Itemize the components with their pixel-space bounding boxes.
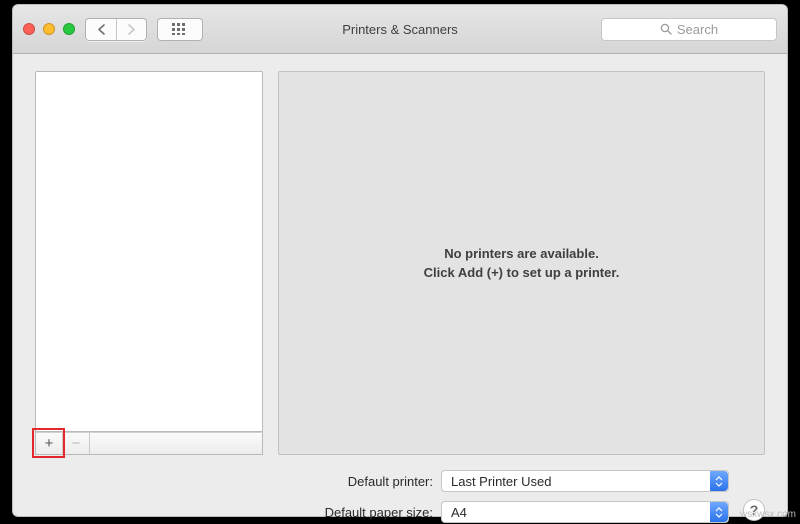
default-printer-select[interactable]: Last Printer Used [441, 470, 729, 492]
search-icon [660, 23, 672, 35]
titlebar: Printers & Scanners Search [13, 5, 787, 54]
nav-back-forward [85, 18, 147, 41]
traffic-lights [23, 23, 75, 35]
back-button[interactable] [86, 19, 116, 40]
printers-list[interactable] [35, 71, 263, 432]
remove-printer-button: − [63, 433, 90, 454]
default-printer-row: Default printer: Last Printer Used [278, 470, 765, 492]
forward-button[interactable] [116, 19, 146, 40]
default-printer-label: Default printer: [278, 474, 441, 489]
add-printer-button[interactable]: + [36, 433, 63, 454]
select-stepper-icon [710, 471, 728, 491]
search-placeholder: Search [677, 22, 718, 37]
chevron-right-icon [127, 24, 136, 35]
show-all-button[interactable] [157, 18, 203, 41]
watermark: wsxwsx.com [740, 509, 796, 520]
minimize-window-button[interactable] [43, 23, 55, 35]
chevron-left-icon [97, 24, 106, 35]
default-paper-select[interactable]: A4 [441, 501, 729, 523]
empty-state-line1: No printers are available. [444, 244, 599, 264]
search-field[interactable]: Search [601, 18, 777, 41]
default-printer-value: Last Printer Used [451, 474, 551, 489]
close-window-button[interactable] [23, 23, 35, 35]
default-paper-row: Default paper size: A4 [278, 501, 765, 523]
default-paper-label: Default paper size: [278, 505, 441, 520]
default-paper-value: A4 [451, 505, 467, 520]
printer-detail-panel: No printers are available. Click Add (+)… [278, 71, 765, 455]
grid-icon [172, 23, 188, 35]
list-footer: + − [35, 432, 263, 455]
zoom-window-button[interactable] [63, 23, 75, 35]
preferences-window: Printers & Scanners Search + − No printe… [12, 4, 788, 517]
content-area: + − No printers are available. Click Add… [13, 54, 787, 516]
select-stepper-icon [710, 502, 728, 522]
empty-state-line2: Click Add (+) to set up a printer. [424, 263, 620, 283]
